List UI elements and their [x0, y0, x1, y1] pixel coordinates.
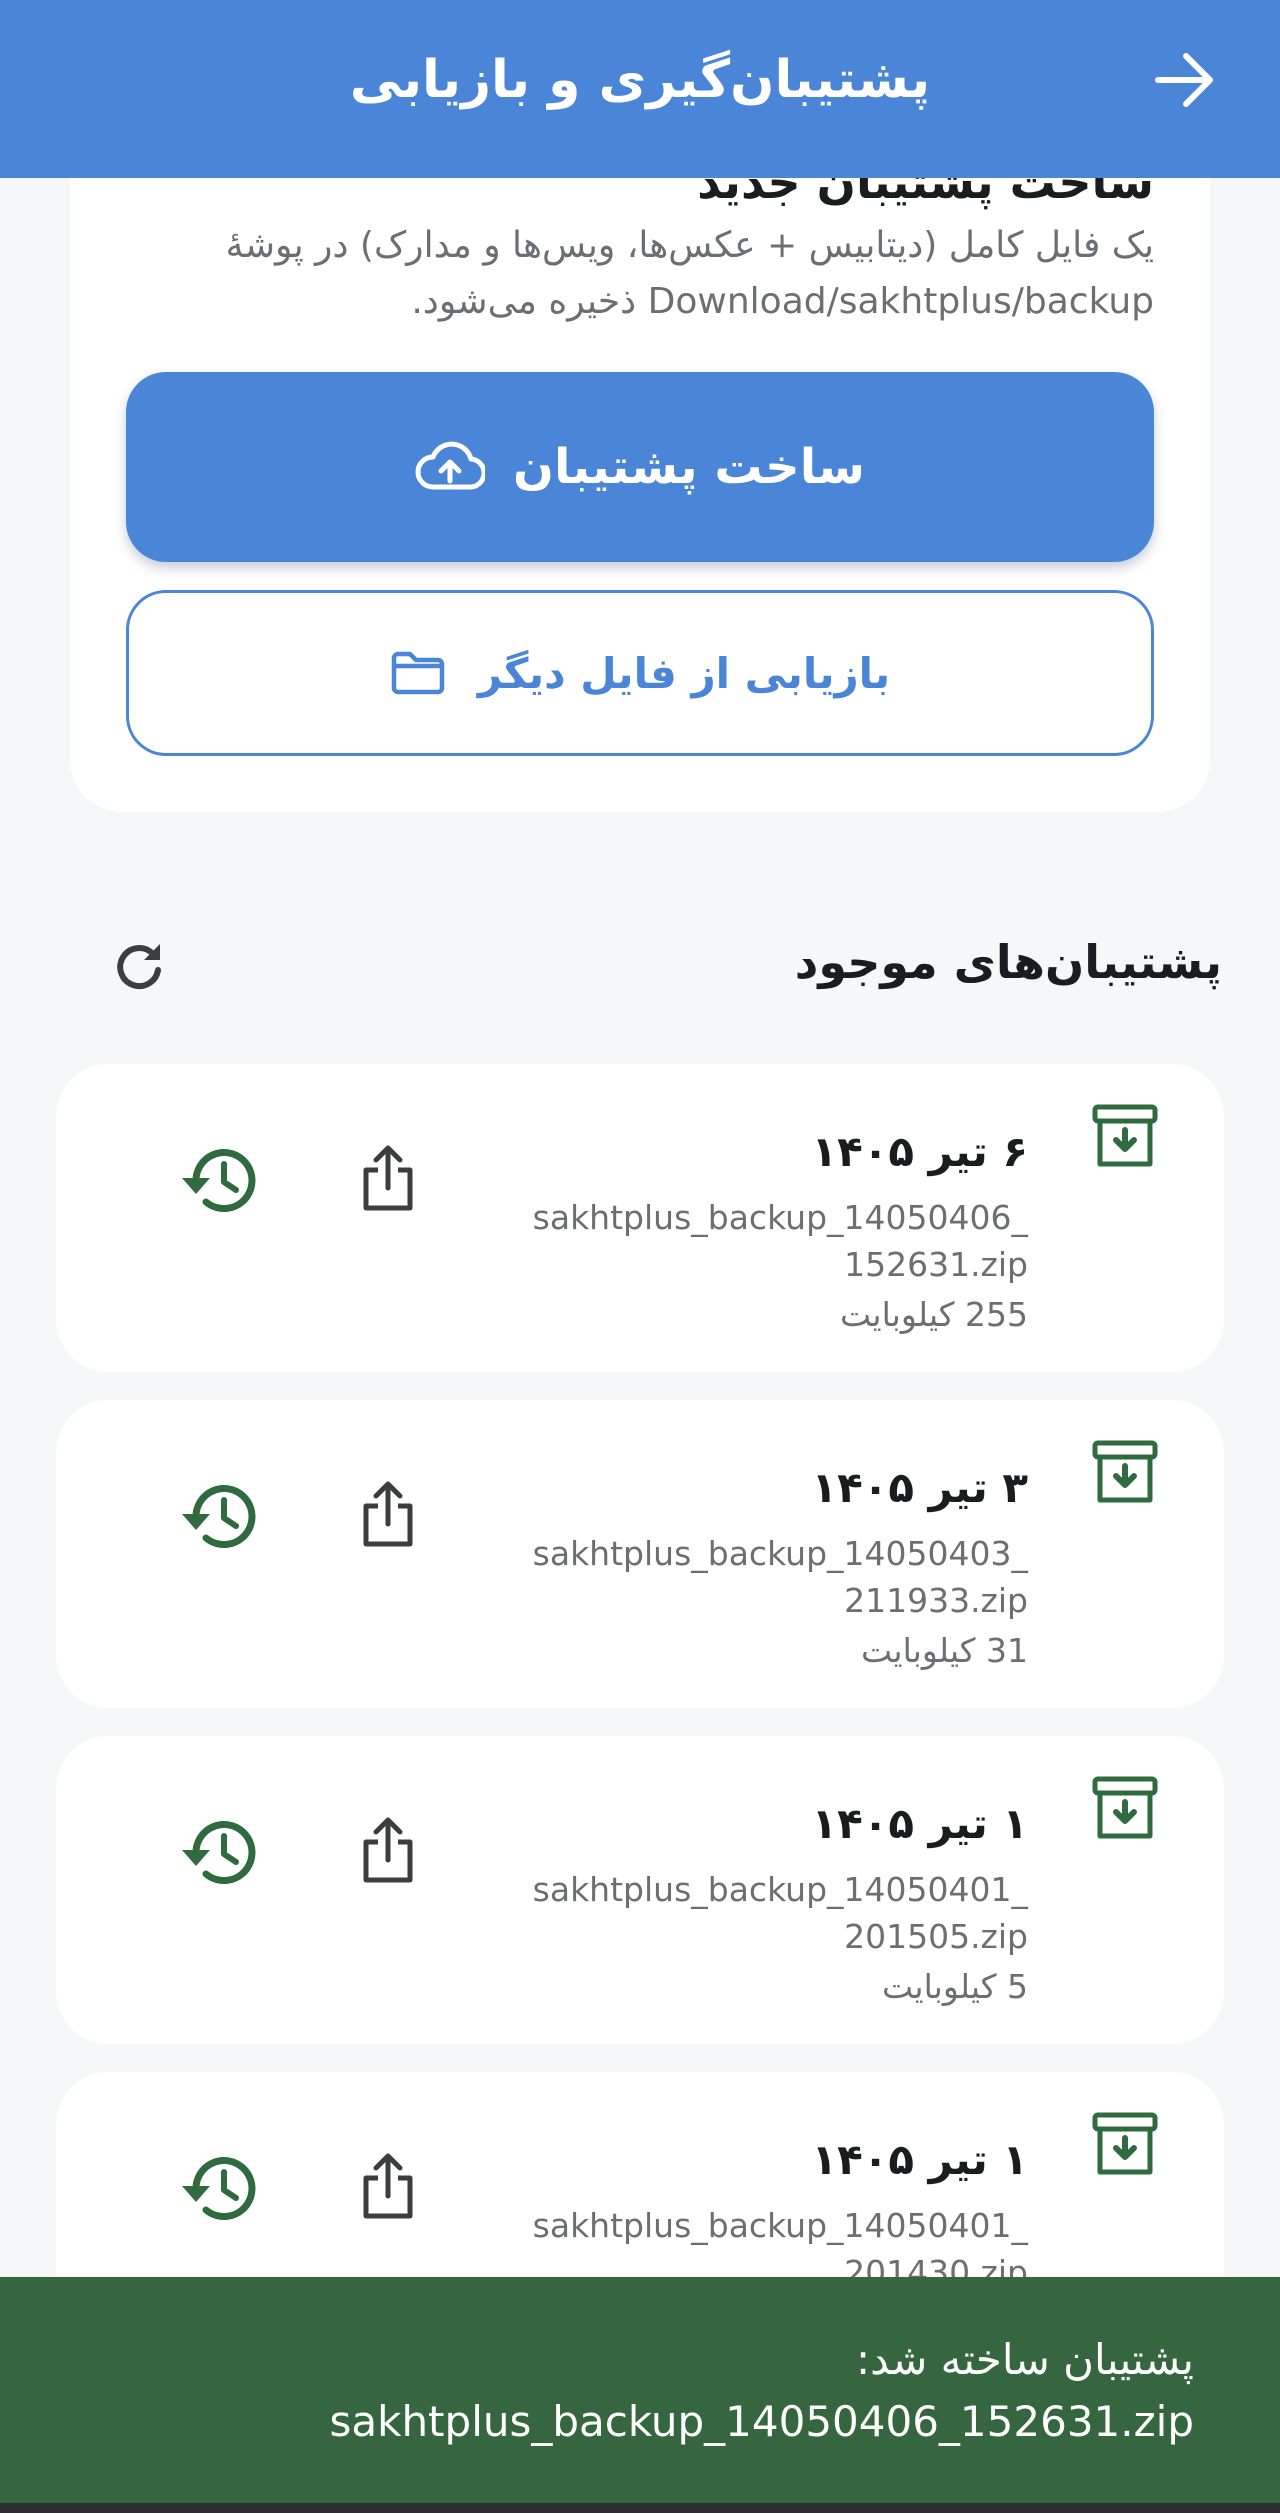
folder-icon	[391, 651, 445, 695]
snackbar-line-1: پشتیبان ساخته شد:	[855, 2335, 1194, 2384]
refresh-icon	[117, 944, 161, 989]
backup-date: ۱ تیر ۱۴۰۵	[811, 1799, 1028, 1848]
description-line-2: Download/sakhtplus/backup ذخیره می‌شود.	[411, 281, 1154, 322]
backup-date: ۶ تیر ۱۴۰۵	[811, 1127, 1028, 1176]
backup-date: ۳ تیر ۱۴۰۵	[811, 1463, 1028, 1512]
backup-restore-screen: ساخت پشتیبان جدید یک فایل کامل (دیتابیس …	[0, 0, 1280, 2513]
restore-history-icon[interactable]	[180, 1478, 260, 1554]
restore-from-file-button[interactable]: بازیابی از فایل دیگر	[126, 590, 1154, 756]
snackbar-filename: sakhtplus_backup_14050406_152631.zip	[329, 2397, 1195, 2446]
arrow-right-icon	[1155, 53, 1213, 107]
backup-filename: sakhtplus_backup_14050403_211933.zip	[532, 1534, 1028, 1620]
page-title: پشتیبان‌گیری و بازیابی	[349, 50, 931, 110]
backup-size: 255 کیلوبایت	[840, 1295, 1028, 1334]
create-backup-button[interactable]: ساخت پشتیبان	[126, 372, 1154, 562]
system-nav-bar	[0, 2503, 1280, 2513]
app-bar: پشتیبان‌گیری و بازیابی	[0, 0, 1280, 178]
share-icon[interactable]	[358, 2150, 418, 2222]
cloud-upload-icon	[415, 441, 486, 490]
backup-size: 5 کیلوبایت	[882, 1967, 1028, 2006]
share-icon[interactable]	[358, 1814, 418, 1886]
backup-size: 31 کیلوبایت	[861, 1631, 1028, 1670]
backup-filename: sakhtplus_backup_14050406_152631.zip	[532, 1198, 1028, 1284]
description-line-1: یک فایل کامل (دیتابیس + عکس‌ها، ویس‌ها و…	[225, 225, 1154, 266]
existing-backups-title: پشتیبان‌های موجود	[794, 935, 1222, 989]
archive-icon	[1092, 2112, 1158, 2175]
back-button[interactable]	[1150, 45, 1220, 115]
restore-history-icon[interactable]	[180, 1814, 260, 1890]
backup-date: ۱ تیر ۱۴۰۵	[811, 2135, 1028, 2184]
archive-icon	[1092, 1440, 1158, 1503]
backup-list-item[interactable]: ۳ تیر ۱۴۰۵ sakhtplus_backup_14050403_211…	[56, 1400, 1224, 1708]
share-icon[interactable]	[358, 1142, 418, 1214]
share-icon[interactable]	[358, 1478, 418, 1550]
backup-list-item[interactable]: ۱ تیر ۱۴۰۵ sakhtplus_backup_14050401_201…	[56, 1736, 1224, 2044]
restore-from-file-label: بازیابی از فایل دیگر	[477, 648, 891, 698]
snackbar-message: پشتیبان ساخته شد: sakhtplus_backup_14050…	[330, 2329, 1195, 2453]
create-backup-description: یک فایل کامل (دیتابیس + عکس‌ها، ویس‌ها و…	[154, 218, 1154, 330]
refresh-button[interactable]	[112, 940, 168, 996]
restore-history-icon[interactable]	[180, 1142, 260, 1218]
restore-history-icon[interactable]	[180, 2150, 260, 2226]
archive-icon	[1092, 1776, 1158, 1839]
backup-filename: sakhtplus_backup_14050401_201505.zip	[532, 1870, 1028, 1956]
snackbar: پشتیبان ساخته شد: sakhtplus_backup_14050…	[0, 2277, 1280, 2513]
archive-icon	[1092, 1104, 1158, 1167]
backup-list-item[interactable]: ۶ تیر ۱۴۰۵ sakhtplus_backup_14050406_152…	[56, 1064, 1224, 1372]
create-backup-label: ساخت پشتیبان	[513, 439, 865, 495]
